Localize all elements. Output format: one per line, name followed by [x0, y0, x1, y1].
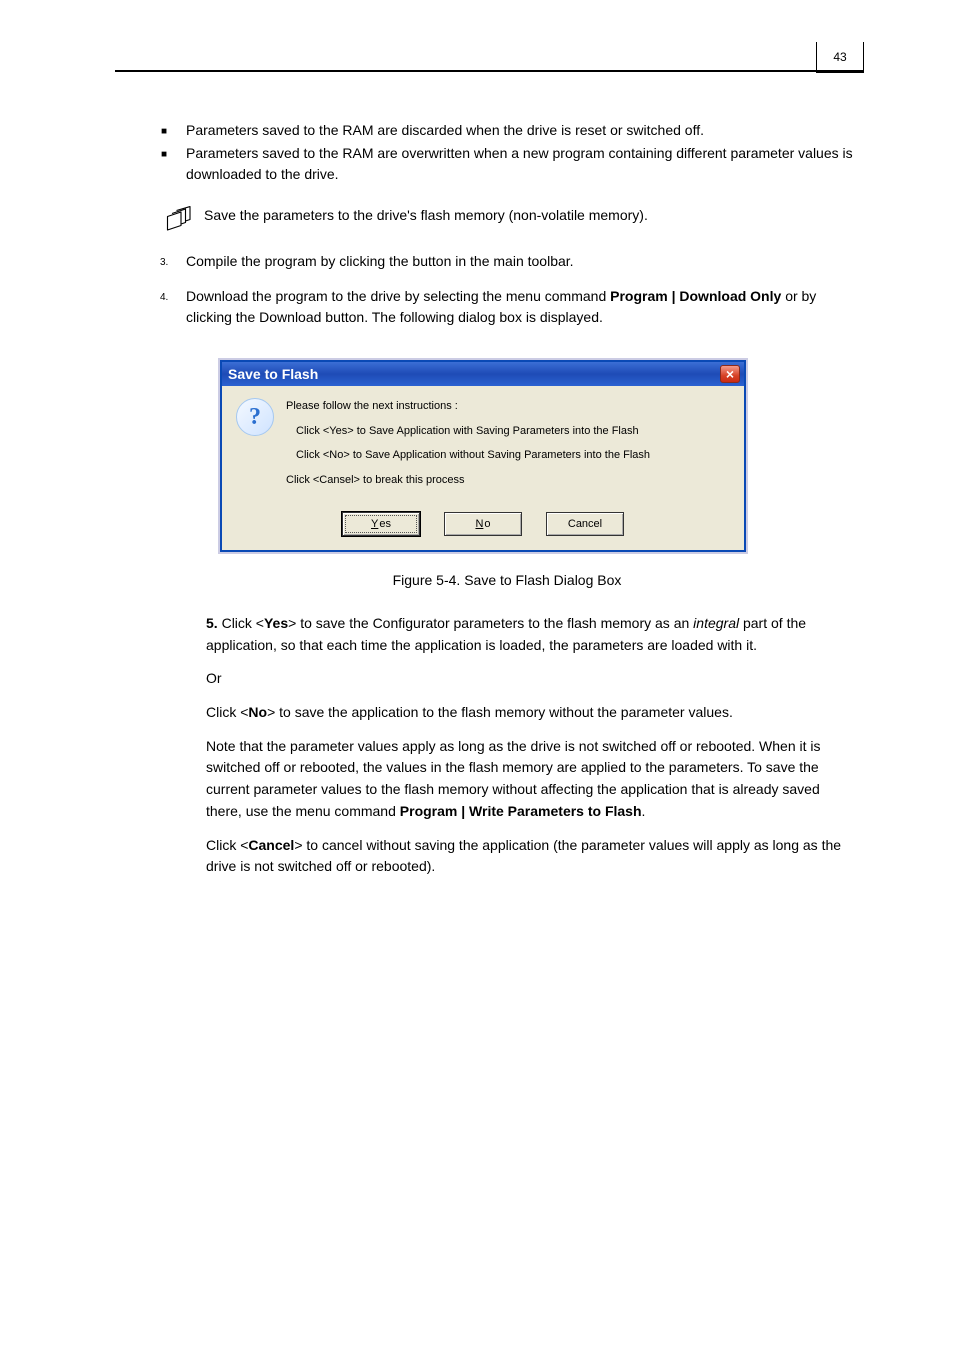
content-area: ■ Parameters saved to the RAM are discar… — [160, 120, 854, 878]
paragraph: Click <No> to save the application to th… — [206, 702, 854, 724]
dialog-figure: Save to Flash × ? Please follow the next… — [220, 360, 854, 552]
page-root: 43 ■ Parameters saved to the RAM are dis… — [0, 0, 954, 1351]
paragraph: 5. Click <Yes> to save the Configurator … — [206, 613, 854, 656]
text-span: Click < — [222, 615, 264, 631]
bullet-item: ■ Parameters saved to the RAM are overwr… — [160, 143, 854, 185]
list-item: 4. Download the program to the drive by … — [160, 286, 854, 328]
question-icon: ? — [236, 398, 274, 436]
button-label-rest: es — [379, 518, 391, 530]
dialog-line: Please follow the next instructions : — [286, 398, 730, 415]
step-number: 4. — [160, 290, 168, 305]
text-span: > to save the application to the flash m… — [267, 704, 733, 720]
note: Save the parameters to the drive's flash… — [160, 205, 854, 237]
paragraph: Note that the parameter values apply as … — [206, 736, 854, 823]
paper-pages-icon — [160, 205, 196, 237]
bullet-item: ■ Parameters saved to the RAM are discar… — [160, 120, 854, 141]
step-number: 5. — [206, 615, 218, 631]
cancel-label: Cancel — [248, 837, 294, 853]
list-item: 3. Compile the program by clicking the b… — [160, 251, 854, 272]
yes-button[interactable]: Yes — [342, 512, 420, 536]
dialog-text: Please follow the next instructions : Cl… — [286, 398, 730, 496]
text-span: Click < — [206, 704, 248, 720]
dialog-line: Click <Yes> to Save Application with Sav… — [296, 423, 730, 440]
menu-command: Program | Write Parameters to Flash — [400, 803, 642, 819]
bullet-text: Parameters saved to the RAM are discarde… — [186, 120, 854, 141]
text-span: . — [642, 803, 646, 819]
bullet-marker: ■ — [160, 147, 168, 162]
note-text: Save the parameters to the drive's flash… — [204, 205, 854, 226]
dialog-line: Click <Cansel> to break this process — [286, 472, 730, 489]
bullet-text: Parameters saved to the RAM are overwrit… — [186, 143, 854, 185]
close-button[interactable]: × — [720, 365, 740, 383]
page-number-tab: 43 — [816, 42, 864, 73]
dialog-window: Save to Flash × ? Please follow the next… — [220, 360, 746, 552]
paragraph: Click <Cancel> to cancel without saving … — [206, 835, 854, 878]
post-figure-text: 5. Click <Yes> to save the Configurator … — [206, 613, 854, 878]
yes-label: Yes — [264, 615, 288, 631]
text-span: Download the program to the drive by sel… — [186, 288, 606, 304]
dialog-line: Click <No> to Save Application without S… — [296, 447, 730, 464]
step-number: 3. — [160, 255, 168, 270]
bullet-marker: ■ — [160, 124, 168, 139]
button-label: Cancel — [568, 516, 602, 533]
access-key: N — [475, 518, 483, 530]
text-span: Click < — [206, 837, 248, 853]
dialog-title: Save to Flash — [228, 364, 318, 385]
paragraph: Or — [206, 668, 854, 690]
dialog-body: ? Please follow the next instructions : … — [222, 386, 744, 512]
text-span: > to save the Configurator parameters to… — [288, 615, 693, 631]
close-icon: × — [726, 367, 734, 381]
no-button[interactable]: No — [444, 512, 522, 536]
access-key: Y — [371, 518, 378, 530]
figure-caption: Figure 5-4. Save to Flash Dialog Box — [160, 570, 854, 591]
menu-command: Program | Download Only — [610, 288, 781, 304]
cancel-button[interactable]: Cancel — [546, 512, 624, 536]
dialog-button-row: Yes No Cancel — [222, 512, 744, 550]
step-text: Compile the program by clicking the butt… — [186, 251, 854, 272]
header-rule — [115, 70, 864, 72]
emph-integral: integral — [693, 615, 739, 631]
no-label: No — [248, 704, 267, 720]
titlebar: Save to Flash × — [222, 362, 744, 386]
step-text: Download the program to the drive by sel… — [186, 286, 854, 328]
button-label-rest: o — [484, 518, 490, 530]
text-span: > to cancel without saving the applicati… — [206, 837, 841, 875]
